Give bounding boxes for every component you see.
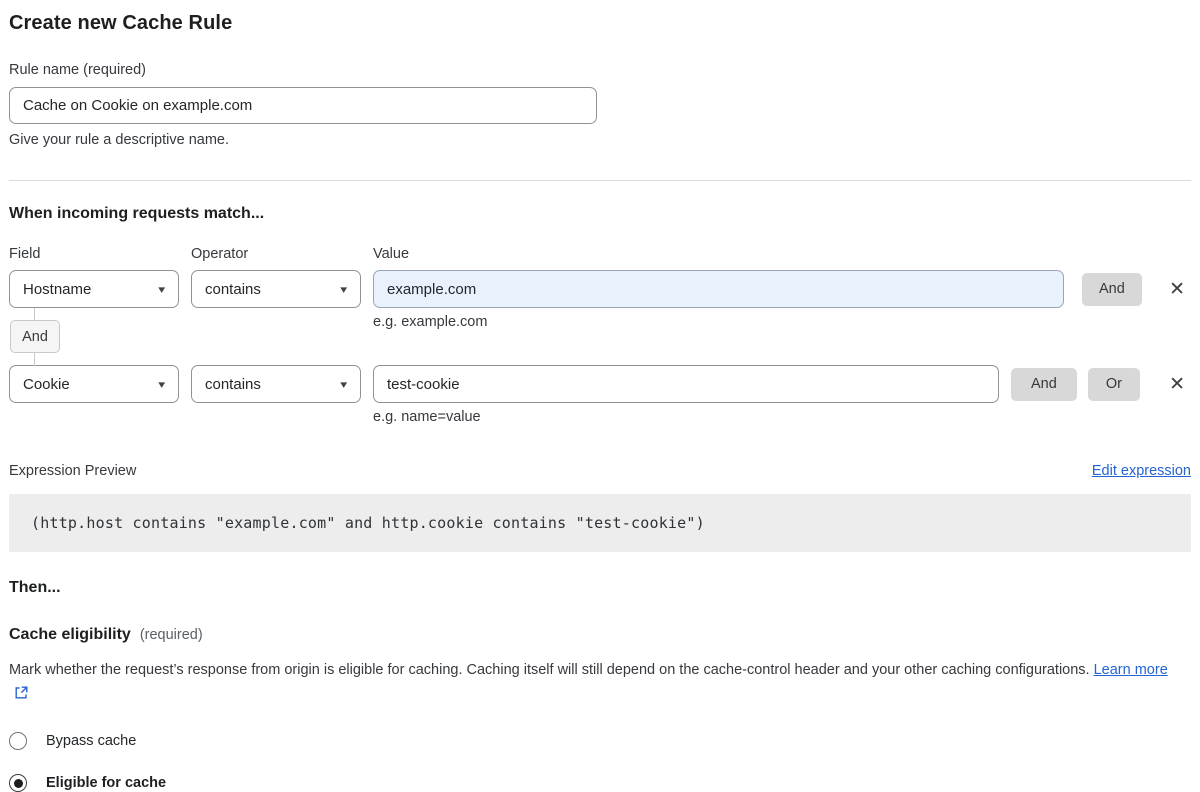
close-icon: ✕ xyxy=(1169,373,1185,395)
value-hint: e.g. example.com xyxy=(373,314,1191,330)
chevron-down-icon: ▾ xyxy=(159,283,166,296)
rule-name-label: Rule name (required) xyxy=(9,62,1191,78)
value-hint: e.g. name=value xyxy=(373,409,1191,425)
expression-code: (http.host contains "example.com" and ht… xyxy=(31,514,705,532)
close-icon: ✕ xyxy=(1169,278,1185,300)
required-note: (required) xyxy=(140,627,203,643)
match-heading: When incoming requests match... xyxy=(9,205,1191,223)
rule-name-helper: Give your rule a descriptive name. xyxy=(9,132,1191,148)
external-link-icon xyxy=(14,685,29,700)
condition-row: Hostname ▾ contains ▾ And ✕ xyxy=(9,270,1191,308)
chevron-down-icon: ▾ xyxy=(159,378,166,391)
field-select[interactable]: Hostname ▾ xyxy=(9,270,179,308)
and-connector-button[interactable]: And xyxy=(10,320,60,353)
expression-preview-code-block: (http.host contains "example.com" and ht… xyxy=(9,494,1191,552)
operator-select-value: contains xyxy=(205,281,261,298)
cache-eligibility-header: Cache eligibility (required) xyxy=(9,626,1191,644)
operator-select[interactable]: contains ▾ xyxy=(191,270,361,308)
chevron-down-icon: ▾ xyxy=(341,283,348,296)
chevron-down-icon: ▾ xyxy=(341,378,348,391)
remove-condition-button[interactable]: ✕ xyxy=(1167,373,1187,396)
then-heading: Then... xyxy=(9,579,1191,597)
learn-more-link[interactable]: Learn more xyxy=(1094,662,1168,678)
cache-eligibility-description: Mark whether the request’s response from… xyxy=(9,658,1169,706)
operator-select-value: contains xyxy=(205,376,261,393)
expression-preview-label: Expression Preview xyxy=(9,463,136,479)
or-button[interactable]: Or xyxy=(1088,368,1140,401)
field-column-label: Field xyxy=(9,246,191,262)
field-select[interactable]: Cookie ▾ xyxy=(9,365,179,403)
value-column-label: Value xyxy=(373,246,409,262)
cache-eligibility-title: Cache eligibility xyxy=(9,626,131,644)
connector-line xyxy=(34,308,35,320)
radio-icon-selected xyxy=(9,774,27,792)
spacer xyxy=(9,330,1191,365)
edit-expression-link[interactable]: Edit expression xyxy=(1092,463,1191,479)
rule-name-input[interactable] xyxy=(9,87,597,124)
radio-label: Bypass cache xyxy=(46,733,136,749)
section-divider xyxy=(9,180,1191,181)
value-input[interactable] xyxy=(373,270,1064,308)
field-select-value: Hostname xyxy=(23,281,91,298)
operator-column-label: Operator xyxy=(191,246,373,262)
remove-condition-button[interactable]: ✕ xyxy=(1167,278,1187,301)
and-button[interactable]: And xyxy=(1082,273,1142,306)
value-input[interactable] xyxy=(373,365,999,403)
operator-select[interactable]: contains ▾ xyxy=(191,365,361,403)
page-title: Create new Cache Rule xyxy=(9,8,1191,35)
radio-option-bypass-cache[interactable]: Bypass cache xyxy=(9,732,1191,750)
and-button[interactable]: And xyxy=(1011,368,1077,401)
rule-name-section: Rule name (required) Give your rule a de… xyxy=(9,62,1191,148)
condition-column-labels: Field Operator Value xyxy=(9,246,1191,262)
expression-preview-header: Expression Preview Edit expression xyxy=(9,463,1191,479)
condition-rows: Hostname ▾ contains ▾ And ✕ e.g. example… xyxy=(9,270,1191,425)
radio-option-eligible-for-cache[interactable]: Eligible for cache xyxy=(9,774,1191,792)
condition-row: Cookie ▾ contains ▾ And Or ✕ xyxy=(9,365,1191,403)
radio-icon xyxy=(9,732,27,750)
connector-line xyxy=(34,353,35,366)
description-text: Mark whether the request’s response from… xyxy=(9,662,1090,678)
field-select-value: Cookie xyxy=(23,376,70,393)
radio-label: Eligible for cache xyxy=(46,775,166,791)
create-cache-rule-page: Create new Cache Rule Rule name (require… xyxy=(0,0,1200,792)
